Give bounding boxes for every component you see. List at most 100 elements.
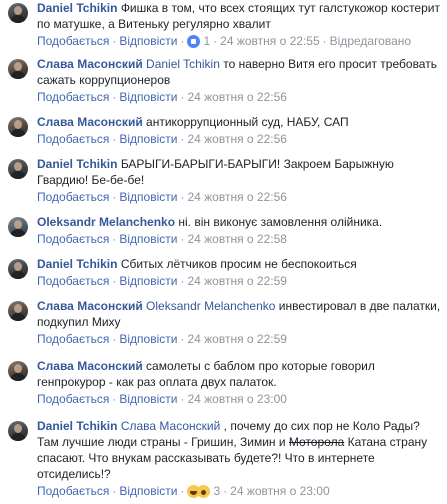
wow-reaction-icon[interactable]	[197, 485, 211, 498]
separator: ·	[180, 232, 185, 246]
comment: Daniel Tchikin Сбитых лётчиков просим не…	[0, 256, 363, 289]
timestamp[interactable]: 24 жовтня о 22:58	[187, 232, 287, 246]
comment-author[interactable]: Daniel Tchikin	[37, 1, 117, 15]
comment: Oleksandr Melanchenko ні. він виконує за…	[0, 214, 388, 247]
comment-author[interactable]: Daniel Tchikin	[37, 419, 117, 433]
timestamp[interactable]: 24 жовтня о 22:59	[187, 274, 287, 288]
comment-body: Слава Масонский антикоррупционный суд, Н…	[37, 114, 349, 130]
comment-actions: Подобається · Відповісти · 24 жовтня о 22:56	[37, 89, 441, 105]
like-reaction-icon[interactable]	[187, 35, 201, 48]
comment-author[interactable]: Слава Масонский	[37, 115, 143, 129]
like-button[interactable]: Подобається	[37, 392, 109, 406]
comment: Слава Масонский Daniel Tchikin то наверн…	[0, 56, 447, 105]
comment-actions: Подобається · Відповісти · 3 · 24 жовтня о 23:…	[37, 483, 441, 499]
mention-link[interactable]: Oleksandr Melanchenko	[146, 299, 275, 313]
avatar[interactable]	[8, 3, 28, 23]
reply-button[interactable]: Відповісти	[119, 484, 177, 498]
separator: ·	[180, 332, 185, 346]
separator: ·	[180, 484, 185, 498]
comment-body: Daniel Tchikin Слава Масонский , почему …	[37, 418, 441, 482]
separator: ·	[112, 484, 117, 498]
comment-body: Oleksandr Melanchenko ні. він виконує за…	[37, 214, 382, 230]
avatar[interactable]	[8, 361, 28, 381]
comment: Daniel Tchikin БАРЫГИ-БАРЫГИ-БАРЫГИ! Зак…	[0, 156, 447, 205]
avatar[interactable]	[8, 259, 28, 279]
comment-author[interactable]: Слава Масонский	[37, 57, 143, 71]
separator: ·	[213, 34, 218, 48]
separator: ·	[112, 34, 117, 48]
reply-button[interactable]: Відповісти	[119, 392, 177, 406]
mention-link[interactable]: Daniel Tchikin	[146, 57, 220, 71]
comment-author[interactable]: Daniel Tchikin	[37, 157, 117, 171]
separator: ·	[112, 90, 117, 104]
separator: ·	[112, 190, 117, 204]
like-button[interactable]: Подобається	[37, 132, 109, 146]
avatar[interactable]	[8, 117, 28, 137]
separator: ·	[180, 90, 185, 104]
reply-button[interactable]: Відповісти	[119, 274, 177, 288]
timestamp[interactable]: 24 жовтня о 23:00	[230, 484, 330, 498]
timestamp[interactable]: 24 жовтня о 22:59	[187, 332, 287, 346]
like-button[interactable]: Подобається	[37, 34, 109, 48]
comment: Слава Масонский самолеты с баблом про ко…	[0, 358, 447, 407]
avatar[interactable]	[8, 59, 28, 79]
timestamp[interactable]: 24 жовтня о 22:55	[220, 34, 320, 48]
like-button[interactable]: Подобається	[37, 332, 109, 346]
comment-actions: Подобається · Відповісти · 24 жовтня о 22:58	[37, 231, 382, 247]
timestamp[interactable]: 24 жовтня о 22:56	[187, 190, 287, 204]
like-button[interactable]: Подобається	[37, 90, 109, 104]
comment-author[interactable]: Слава Масонский	[37, 359, 143, 373]
reply-button[interactable]: Відповісти	[119, 232, 177, 246]
avatar[interactable]	[8, 301, 28, 321]
separator: ·	[112, 274, 117, 288]
separator: ·	[180, 392, 185, 406]
comment-author[interactable]: Oleksandr Melanchenko	[37, 215, 175, 229]
comment: Daniel Tchikin Слава Масонский , почему …	[0, 418, 447, 499]
separator: ·	[180, 190, 185, 204]
comment: Слава Масонский антикоррупционный суд, Н…	[0, 114, 355, 147]
comment-actions: Подобається · Відповісти · 24 жовтня о 22:59	[37, 273, 357, 289]
comment-body: Daniel Tchikin Фишка в том, что всех сто…	[37, 0, 441, 32]
separator: ·	[112, 132, 117, 146]
comment-author[interactable]: Daniel Tchikin	[37, 257, 117, 271]
reply-button[interactable]: Відповісти	[119, 90, 177, 104]
comment-body: Слава Масонский самолеты с баблом про ко…	[37, 358, 441, 390]
comment-actions: Подобається · Відповісти · 1 · 24 жовтня о 22:…	[37, 33, 441, 49]
like-button[interactable]: Подобається	[37, 274, 109, 288]
mention-link[interactable]: Слава Масонский	[121, 419, 221, 433]
separator: ·	[223, 484, 228, 498]
edited-label[interactable]: Відредаговано	[330, 34, 411, 48]
timestamp[interactable]: 24 жовтня о 22:56	[187, 132, 287, 146]
separator: ·	[112, 392, 117, 406]
like-button[interactable]: Подобається	[37, 232, 109, 246]
comment-actions: Подобається · Відповісти · 24 жовтня о 22:56	[37, 131, 349, 147]
reply-button[interactable]: Відповісти	[119, 132, 177, 146]
strikethrough-text: Моторола	[288, 435, 345, 449]
comment-text: ні. він виконує замовлення олійника.	[178, 215, 383, 229]
comment-body: Daniel Tchikin Сбитых лётчиков просим не…	[37, 256, 357, 272]
comment-actions: Подобається · Відповісти · 24 жовтня о 23:00	[37, 391, 441, 407]
comment-body: Слава Масонский Oleksandr Melanchenko ин…	[37, 298, 441, 330]
comment-author[interactable]: Слава Масонский	[37, 299, 143, 313]
separator: ·	[112, 232, 117, 246]
separator: ·	[180, 274, 185, 288]
avatar[interactable]	[8, 159, 28, 179]
reply-button[interactable]: Відповісти	[119, 190, 177, 204]
comment-text: Сбитых лётчиков просим не беспокоиться	[120, 257, 357, 271]
reply-button[interactable]: Відповісти	[119, 34, 177, 48]
separator: ·	[112, 332, 117, 346]
comment-body: Daniel Tchikin БАРЫГИ-БАРЫГИ-БАРЫГИ! Зак…	[37, 156, 441, 188]
reaction-count[interactable]: 1	[200, 34, 210, 48]
comment-body: Слава Масонский Daniel Tchikin то наверн…	[37, 56, 441, 88]
comment-actions: Подобається · Відповісти · 24 жовтня о 22:59	[37, 331, 441, 347]
separator: ·	[180, 132, 185, 146]
comment: Слава Масонский Oleksandr Melanchenko ин…	[0, 298, 447, 347]
avatar[interactable]	[8, 421, 28, 441]
timestamp[interactable]: 24 жовтня о 23:00	[187, 392, 287, 406]
reply-button[interactable]: Відповісти	[119, 332, 177, 346]
timestamp[interactable]: 24 жовтня о 22:56	[187, 90, 287, 104]
reaction-count[interactable]: 3	[210, 484, 220, 498]
avatar[interactable]	[8, 217, 28, 237]
like-button[interactable]: Подобається	[37, 190, 109, 204]
like-button[interactable]: Подобається	[37, 484, 109, 498]
